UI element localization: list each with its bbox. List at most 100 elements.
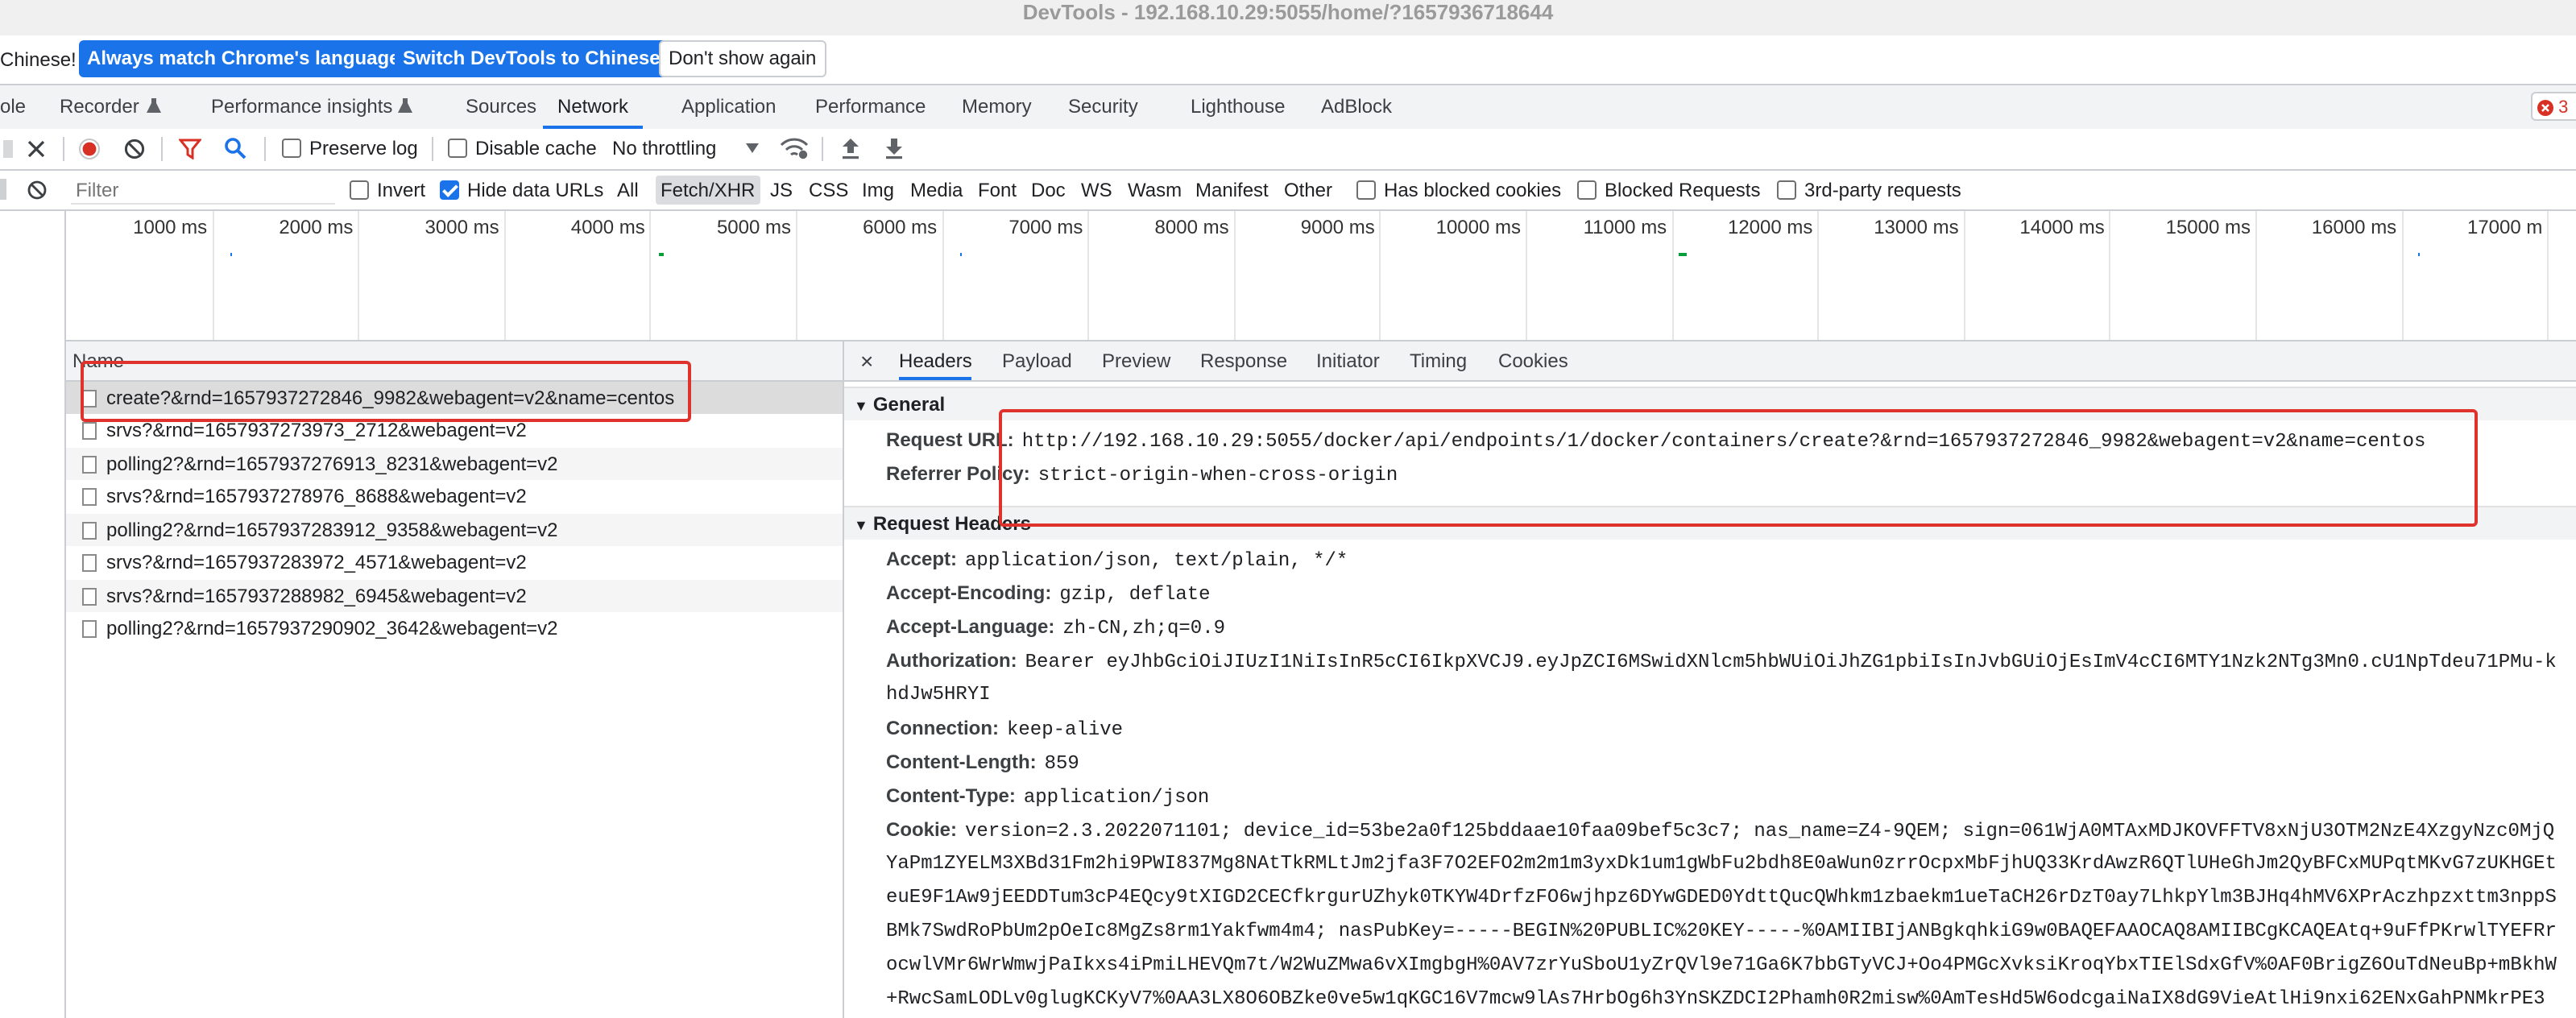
- tab-security[interactable]: Security: [1068, 85, 1138, 127]
- timeline-request-mark: [659, 253, 664, 256]
- header-value-continuation: euE9F1Aw9jEEDDTum3cP4EQcy9tXIGD2CECfkrgu…: [886, 886, 2557, 908]
- tab-adblock[interactable]: AdBlock: [1321, 85, 1392, 127]
- third-party-checkbox[interactable]: 3rd-party requests: [1777, 171, 1961, 209]
- header-value: version=2.3.2022071101; device_id=53be2a…: [965, 820, 2555, 842]
- drawer-toggle-icon[interactable]: [3, 140, 13, 158]
- timeline-request-mark: [230, 253, 232, 256]
- dont-show-again-button[interactable]: Don't show again: [659, 40, 826, 77]
- close-icon[interactable]: [27, 140, 45, 158]
- timeline-gridline: [358, 211, 360, 340]
- preserve-log-checkbox[interactable]: Preserve log: [282, 129, 418, 169]
- type-filter-doc[interactable]: Doc: [1031, 171, 1066, 209]
- tab-memory[interactable]: Memory: [962, 85, 1032, 127]
- blocked-cookies-label: Has blocked cookies: [1384, 179, 1562, 201]
- detail-tab-response[interactable]: Response: [1200, 341, 1287, 380]
- tab-sources[interactable]: Sources: [466, 85, 536, 127]
- request-row[interactable]: polling2?&rnd=1657937276913_8231&webagen…: [66, 448, 843, 480]
- filter-icon[interactable]: [179, 139, 201, 159]
- type-filter-manifest[interactable]: Manifest: [1195, 171, 1269, 209]
- expand-arrow-icon: ▼: [854, 398, 868, 414]
- tab-performance[interactable]: Performance: [815, 85, 926, 127]
- header-value-continuation: +RwcSamLODLv0glugKCKyV7%0AA3LX8O6OBZke0v…: [886, 987, 2545, 1010]
- tab-recorder-label: Recorder: [60, 95, 139, 118]
- type-filter-all[interactable]: All: [617, 171, 639, 209]
- header-name: Connection:: [886, 717, 999, 739]
- disable-cache-box[interactable]: [448, 138, 467, 158]
- error-count: 3: [2558, 98, 2569, 118]
- timeline-gridline: [1526, 211, 1527, 340]
- timeline-gridline: [2547, 211, 2549, 340]
- sidebar-toggle-icon[interactable]: [0, 179, 8, 200]
- timeline-tick-label: 11000 ms: [1583, 216, 1667, 238]
- tab-recorder[interactable]: Recorder: [60, 85, 161, 127]
- type-filter-img[interactable]: Img: [862, 171, 894, 209]
- type-filter-ws[interactable]: WS: [1081, 171, 1112, 209]
- always-match-language-button[interactable]: Always match Chrome's language: [79, 40, 408, 77]
- close-detail-button[interactable]: ×: [860, 341, 873, 380]
- detail-tab-cookies[interactable]: Cookies: [1498, 341, 1568, 380]
- request-name: polling2?&rnd=1657937283912_9358&webagen…: [106, 519, 558, 541]
- timeline-tick-label: 9000 ms: [1300, 216, 1375, 238]
- type-filter-media[interactable]: Media: [910, 171, 963, 209]
- tab-network[interactable]: Network: [543, 85, 644, 129]
- invert-checkbox[interactable]: Invert: [350, 171, 425, 209]
- export-har-icon[interactable]: [884, 137, 904, 159]
- tab-application[interactable]: Application: [681, 85, 776, 127]
- dropdown-arrow-icon: [746, 143, 759, 153]
- header-row-authorization: Authorization: Bearer eyJhbGciOiJIUzI1NiI…: [886, 644, 2557, 678]
- infobar-message: Chinese!: [0, 48, 77, 71]
- detail-tab-initiator[interactable]: Initiator: [1316, 341, 1380, 380]
- error-count-badge[interactable]: 3: [2531, 92, 2576, 121]
- tab-lighthouse[interactable]: Lighthouse: [1191, 85, 1285, 127]
- switch-to-chinese-button[interactable]: Switch DevTools to Chinese: [395, 40, 669, 77]
- import-har-icon[interactable]: [841, 137, 860, 159]
- timeline-tick-label: 16000 ms: [2311, 216, 2397, 238]
- preserve-log-box[interactable]: [282, 138, 301, 158]
- type-filter-js[interactable]: JS: [770, 171, 793, 209]
- detail-tab-timing[interactable]: Timing: [1410, 341, 1467, 380]
- hide-data-urls-box[interactable]: [440, 180, 459, 200]
- type-filter-other[interactable]: Other: [1284, 171, 1332, 209]
- request-row[interactable]: polling2?&rnd=1657937290902_3642&webagen…: [66, 612, 843, 644]
- header-value: zh-CN,zh;q=0.9: [1062, 617, 1226, 639]
- block-icon[interactable]: [27, 180, 47, 200]
- type-filter-wasm[interactable]: Wasm: [1128, 171, 1182, 209]
- xhr-icon: [82, 422, 97, 440]
- timeline-gridline: [2255, 211, 2257, 340]
- highlight-box-request: [81, 361, 691, 422]
- clear-icon[interactable]: [124, 139, 145, 159]
- request-row[interactable]: polling2?&rnd=1657937283912_9358&webagen…: [66, 514, 843, 546]
- tab-console[interactable]: ole: [0, 85, 26, 127]
- blocked-requests-checkbox[interactable]: Blocked Requests: [1577, 171, 1760, 209]
- type-filter-font[interactable]: Font: [978, 171, 1017, 209]
- header-name: Accept-Language:: [886, 615, 1055, 638]
- third-party-box[interactable]: [1777, 180, 1796, 200]
- window-title: DevTools - 192.168.10.29:5055/home/?1657…: [0, 0, 2576, 37]
- detail-tab-preview[interactable]: Preview: [1102, 341, 1170, 380]
- record-icon[interactable]: [79, 139, 100, 159]
- request-row[interactable]: srvs?&rnd=1657937283972_4571&webagent=v2: [66, 546, 843, 578]
- detail-tab-payload[interactable]: Payload: [1002, 341, 1072, 380]
- invert-label: Invert: [377, 179, 426, 201]
- request-row[interactable]: srvs?&rnd=1657937278976_8688&webagent=v2: [66, 480, 843, 512]
- hide-data-urls-checkbox[interactable]: Hide data URLs: [440, 171, 603, 209]
- disable-cache-checkbox[interactable]: Disable cache: [448, 129, 597, 169]
- detail-tab-headers[interactable]: Headers: [899, 341, 972, 380]
- blocked-cookies-checkbox[interactable]: Has blocked cookies: [1356, 171, 1561, 209]
- search-icon[interactable]: [224, 137, 246, 159]
- network-conditions-icon[interactable]: [780, 137, 809, 159]
- type-filter-fetch-xhr[interactable]: Fetch/XHR: [656, 176, 760, 205]
- filter-input[interactable]: [71, 176, 335, 205]
- timeline-overview[interactable]: 1000 ms 2000 ms 3000 ms 4000 ms 5000 ms 6000 …: [66, 211, 2576, 341]
- type-filter-css[interactable]: CSS: [809, 171, 848, 209]
- network-toolbar: Preserve log Disable cache No throttling: [0, 129, 2576, 171]
- invert-box[interactable]: [350, 180, 369, 200]
- blocked-requests-box[interactable]: [1577, 180, 1597, 200]
- request-row[interactable]: srvs?&rnd=1657937288982_6945&webagent=v2: [66, 580, 843, 612]
- tab-performance-insights[interactable]: Performance insights: [211, 85, 412, 127]
- blocked-cookies-box[interactable]: [1356, 180, 1376, 200]
- throttling-select[interactable]: No throttling: [612, 129, 759, 169]
- blocked-requests-label: Blocked Requests: [1605, 179, 1761, 201]
- xhr-icon: [82, 488, 97, 506]
- header-value-continuation: ocwlVMr6WrWmwjPaIkxs4iPmiLHEVQm7t/W2WuZM…: [886, 954, 2557, 976]
